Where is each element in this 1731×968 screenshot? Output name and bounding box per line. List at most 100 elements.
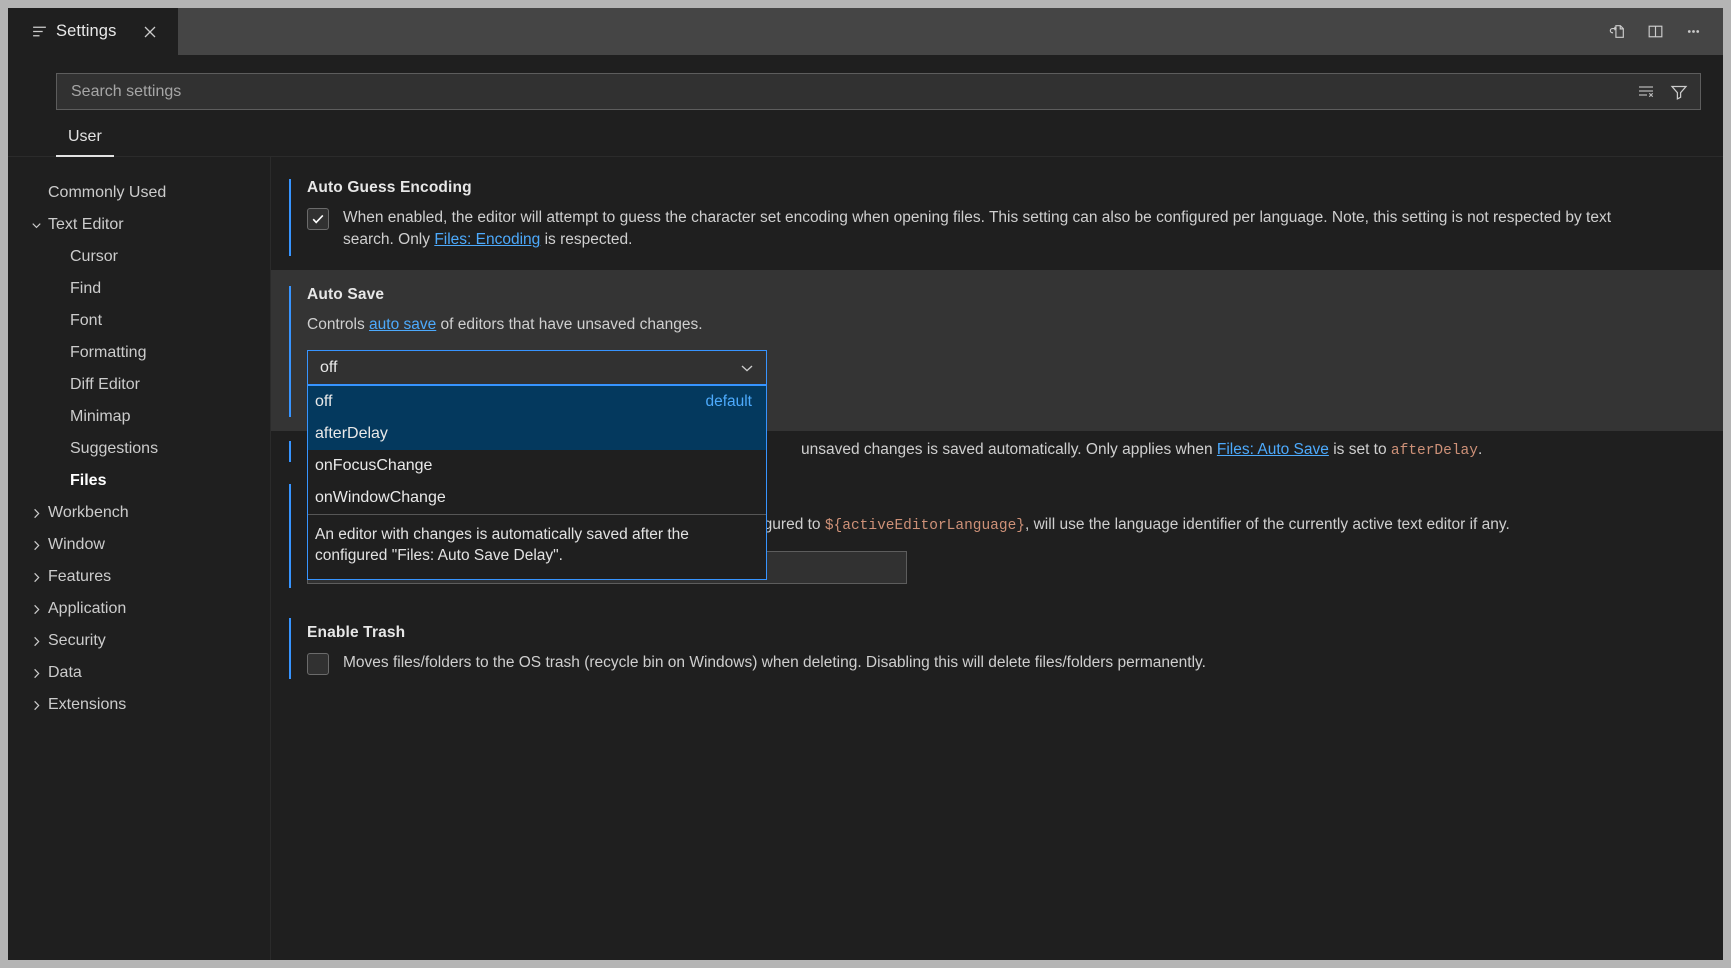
settings-editor-window: Settings bbox=[8, 8, 1723, 960]
setting-title: Auto Guess Encoding bbox=[307, 179, 1699, 197]
toc-item-extensions[interactable]: Extensions bbox=[8, 689, 270, 721]
toc-item-text-editor[interactable]: Text Editor bbox=[8, 209, 270, 241]
modified-indicator bbox=[289, 484, 291, 588]
search-input[interactable]: Search settings bbox=[56, 73, 1701, 110]
setting-auto-save: Auto Save Controls auto save of editors … bbox=[271, 270, 1723, 431]
toc-item-font[interactable]: Font bbox=[8, 305, 270, 337]
toc-item-features[interactable]: Features bbox=[8, 561, 270, 593]
tab-settings-label: Settings bbox=[56, 22, 116, 41]
toc-item-label: Find bbox=[70, 280, 101, 298]
desc-text-1: Controls bbox=[307, 316, 369, 333]
chevron-right-icon bbox=[24, 501, 48, 525]
toc-item-application[interactable]: Application bbox=[8, 593, 270, 625]
toc-item-label: Text Editor bbox=[48, 216, 124, 234]
setting-enable-trash: Enable Trash Moves files/folders to the … bbox=[271, 602, 1723, 693]
toc-item-window[interactable]: Window bbox=[8, 529, 270, 561]
modified-indicator bbox=[289, 179, 291, 256]
split-editor-icon[interactable] bbox=[1639, 16, 1671, 48]
desc-text-2: is set to bbox=[1329, 441, 1391, 458]
dropdown-option-label: off bbox=[315, 393, 333, 411]
setting-auto-guess-encoding: Auto Guess Encoding When enabled, the ed… bbox=[271, 163, 1723, 270]
dropdown-option-off[interactable]: off default bbox=[308, 386, 766, 418]
dropdown-option-label: onWindowChange bbox=[315, 489, 446, 507]
auto-save-option-description: An editor with changes is automatically … bbox=[308, 514, 766, 578]
search-row: Search settings bbox=[8, 55, 1723, 110]
settings-scrollbar[interactable] bbox=[1709, 157, 1723, 960]
desc-text-2: of editors that have unsaved changes. bbox=[436, 316, 702, 333]
modified-indicator bbox=[289, 286, 291, 417]
clear-filters-icon[interactable] bbox=[1634, 79, 1660, 105]
files-encoding-link[interactable]: Files: Encoding bbox=[434, 231, 540, 248]
toc-item-formatting[interactable]: Formatting bbox=[8, 337, 270, 369]
chevron-right-icon bbox=[24, 533, 48, 557]
chevron-right-icon bbox=[24, 565, 48, 589]
chevron-down-icon bbox=[24, 213, 48, 237]
auto-guess-encoding-checkbox[interactable] bbox=[307, 208, 329, 230]
setting-title: Auto Save bbox=[307, 286, 1699, 304]
enable-trash-checkbox[interactable] bbox=[307, 653, 329, 675]
desc-code: ${activeEditorLanguage} bbox=[825, 518, 1025, 534]
toc-item-label: Formatting bbox=[70, 344, 146, 362]
close-icon[interactable] bbox=[138, 20, 162, 44]
toc-item-label: Commonly Used bbox=[48, 184, 166, 202]
toc-item-security[interactable]: Security bbox=[8, 625, 270, 657]
toc-item-workbench[interactable]: Workbench bbox=[8, 497, 270, 529]
settings-body: Commonly Used Text Editor Cursor Find Font Fo… bbox=[8, 157, 1723, 960]
toc-item-data[interactable]: Data bbox=[8, 657, 270, 689]
chevron-down-icon bbox=[738, 359, 756, 377]
setting-description: Moves files/folders to the OS trash (rec… bbox=[343, 652, 1206, 674]
auto-save-select-wrap: off offdefaultafterDelayonFocusChangeonW… bbox=[307, 350, 767, 385]
editor-tab-bar: Settings bbox=[8, 8, 1723, 55]
tab-settings[interactable]: Settings bbox=[8, 8, 178, 55]
editor-actions bbox=[1601, 8, 1723, 55]
auto-save-link[interactable]: auto save bbox=[369, 316, 436, 333]
toc-item-label: Files bbox=[70, 472, 106, 490]
desc-text-3: . bbox=[1478, 441, 1482, 458]
settings-scope-tabs: User bbox=[8, 110, 1723, 157]
settings-lines-icon bbox=[30, 23, 48, 41]
chevron-right-icon bbox=[24, 693, 48, 717]
dropdown-option-default-badge: default bbox=[705, 393, 752, 411]
toc-item-label: Features bbox=[48, 568, 111, 586]
toc-item-suggestions[interactable]: Suggestions bbox=[8, 433, 270, 465]
auto-save-select[interactable]: off bbox=[307, 350, 767, 385]
chevron-right-icon bbox=[24, 629, 48, 653]
search-actions bbox=[1634, 79, 1700, 105]
desc-text-2: is respected. bbox=[540, 231, 632, 248]
desc-text-2: , will use the language identifier of th… bbox=[1025, 516, 1510, 533]
settings-toc: Commonly Used Text Editor Cursor Find Font Fo… bbox=[8, 157, 271, 960]
toc-item-cursor[interactable]: Cursor bbox=[8, 241, 270, 273]
toc-item-label: Extensions bbox=[48, 696, 126, 714]
ellipsis-icon[interactable] bbox=[1677, 16, 1709, 48]
dropdown-option-label: afterDelay bbox=[315, 425, 388, 443]
toc-item-commonly-used[interactable]: Commonly Used bbox=[8, 177, 270, 209]
search-placeholder: Search settings bbox=[71, 83, 181, 101]
toc-item-files[interactable]: Files bbox=[8, 465, 270, 497]
dropdown-option-onFocusChange[interactable]: onFocusChange bbox=[308, 450, 766, 482]
toc-item-minimap[interactable]: Minimap bbox=[8, 401, 270, 433]
chevron-right-icon bbox=[24, 597, 48, 621]
toc-item-label: Application bbox=[48, 600, 126, 618]
tab-user[interactable]: User bbox=[56, 120, 114, 156]
dropdown-option-onWindowChange[interactable]: onWindowChange bbox=[308, 482, 766, 514]
auto-save-selected-value: off bbox=[320, 359, 338, 377]
toc-item-label: Font bbox=[70, 312, 102, 330]
toc-item-label: Cursor bbox=[70, 248, 118, 266]
chevron-right-icon bbox=[24, 661, 48, 685]
toc-item-find[interactable]: Find bbox=[8, 273, 270, 305]
open-file-icon[interactable] bbox=[1601, 16, 1633, 48]
auto-save-dropdown: off default afterDelay onFocusChange onWindo… bbox=[307, 385, 767, 579]
modified-indicator bbox=[289, 441, 291, 462]
dropdown-option-label: onFocusChange bbox=[315, 457, 432, 475]
files-auto-save-link[interactable]: Files: Auto Save bbox=[1217, 441, 1329, 458]
dropdown-option-afterDelay[interactable]: afterDelay bbox=[308, 418, 766, 450]
toc-item-label: Minimap bbox=[70, 408, 130, 426]
tab-user-label: User bbox=[68, 128, 102, 145]
settings-list: Auto Guess Encoding When enabled, the ed… bbox=[271, 157, 1723, 960]
toc-item-label: Diff Editor bbox=[70, 376, 140, 394]
setting-description: When enabled, the editor will attempt to… bbox=[343, 207, 1653, 252]
filter-funnel-icon[interactable] bbox=[1666, 79, 1692, 105]
toc-item-diff-editor[interactable]: Diff Editor bbox=[8, 369, 270, 401]
setting-description: Controls auto save of editors that have … bbox=[307, 314, 1627, 336]
toc-item-label: Security bbox=[48, 632, 106, 650]
